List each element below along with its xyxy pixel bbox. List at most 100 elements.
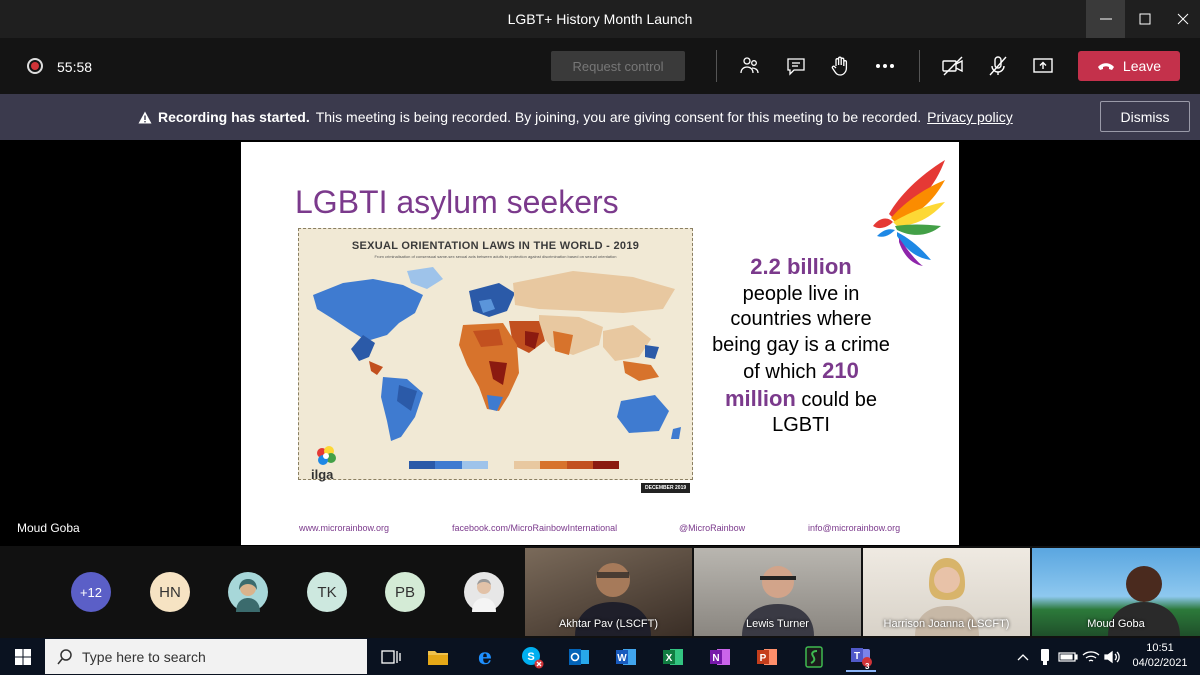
video-tile[interactable]: Moud Goba (1032, 548, 1200, 636)
close-button[interactable] (1163, 0, 1200, 38)
system-clock[interactable]: 10:51 04/02/2021 (1128, 641, 1192, 671)
maximize-icon (1139, 13, 1150, 25)
teams-badge: 3 (865, 662, 870, 671)
more-options-button[interactable] (871, 52, 899, 80)
leave-label: Leave (1122, 58, 1162, 74)
recording-banner: Recording has started. This meeting is b… (0, 94, 1200, 140)
internet-explorer-icon: e (478, 644, 492, 670)
participant-name: Moud Goba (1087, 618, 1145, 630)
avatar[interactable] (464, 572, 504, 612)
footer-facebook: facebook.com/MicroRainbowInternational (452, 523, 618, 533)
more-icon (876, 64, 894, 68)
participants-button[interactable] (736, 52, 764, 80)
ilga-logo-text: ilga (311, 467, 334, 482)
file-explorer-button[interactable] (423, 642, 453, 672)
world-map-illustration (303, 261, 689, 451)
avatar[interactable] (228, 572, 268, 612)
word-button[interactable]: W (611, 642, 641, 672)
participant-name: Akhtar Pav (LSCFT) (558, 618, 659, 630)
raise-hand-icon (831, 56, 848, 76)
teams-button[interactable]: T 3 (846, 642, 876, 672)
meeting-toolbar: 55:58 Request control Leave (0, 38, 1200, 94)
excel-icon: X (663, 649, 683, 665)
avatar[interactable]: TK (307, 572, 347, 612)
clock-date: 04/02/2021 (1132, 657, 1188, 669)
word-icon: W (616, 649, 636, 665)
camera-off-icon (942, 56, 963, 76)
title-bar: LGBT+ History Month Launch (0, 0, 1200, 38)
minimize-icon (1099, 18, 1112, 20)
map-title: SEXUAL ORIENTATION LAWS IN THE WORLD - 2… (351, 240, 640, 252)
privacy-policy-link[interactable]: Privacy policy (927, 109, 1013, 125)
microrainbow-butterfly-logo (873, 160, 945, 266)
warning-icon (138, 111, 152, 123)
meeting-timer: 55:58 (57, 59, 93, 75)
video-tile[interactable]: Akhtar Pav (LSCFT) (525, 548, 692, 636)
world-laws-map: SEXUAL ORIENTATION LAWS IN THE WORLD - 2… (298, 228, 693, 493)
chat-button[interactable] (782, 52, 810, 80)
taskbar: Type here to search e S W X N P T 3 10:5… (0, 638, 1200, 675)
dismiss-button[interactable]: Dismiss (1100, 101, 1190, 132)
hang-up-icon (1097, 63, 1114, 70)
statistic-lgbti-number: 210 (822, 358, 859, 383)
usb-icon (1041, 649, 1049, 665)
people-icon (740, 57, 759, 74)
task-view-icon (381, 650, 401, 664)
map-legend (409, 461, 619, 469)
svg-text:N: N (712, 653, 719, 664)
video-tile[interactable]: Lewis Turner (694, 548, 861, 636)
avatar[interactable]: PB (385, 572, 425, 612)
avatar[interactable]: HN (150, 572, 190, 612)
outlook-button[interactable] (564, 642, 594, 672)
participant-name: Harrison Joanna (LSCFT) (883, 618, 1010, 630)
speaker-icon (1104, 650, 1120, 664)
excel-button[interactable]: X (658, 642, 688, 672)
close-icon (1177, 13, 1188, 25)
mic-toggle-button[interactable] (984, 52, 1012, 80)
search-icon (57, 649, 72, 665)
participants-strip: +12 HN TK PB Akhtar Pav (LSCFT) Lewis Tu… (0, 546, 1200, 638)
maximize-button[interactable] (1125, 0, 1164, 38)
leave-button[interactable]: Leave (1078, 51, 1180, 81)
window-title: LGBT+ History Month Launch (507, 11, 693, 27)
skype-icon: S (522, 647, 544, 669)
clock-time: 10:51 (1146, 642, 1174, 654)
volume-button[interactable] (1098, 642, 1128, 672)
toolbar-divider (716, 50, 717, 82)
shared-content-stage: LGBTI asylum seekers SEXUAL ORIENTATION … (0, 140, 1200, 546)
statistic-lgbti-unit: million (724, 385, 796, 411)
video-tile[interactable]: Harrison Joanna (LSCFT) (863, 548, 1030, 636)
onenote-button[interactable]: N (705, 642, 735, 672)
more-participants-button[interactable]: +12 (71, 572, 111, 612)
map-date-badge: DECEMBER 2019 (641, 483, 691, 493)
person-photo-icon (236, 579, 260, 612)
green-app-icon (805, 646, 823, 668)
chevron-up-icon (1017, 654, 1029, 661)
app-button[interactable] (799, 642, 829, 672)
request-control-button[interactable]: Request control (551, 51, 685, 81)
camera-toggle-button[interactable] (939, 52, 967, 80)
search-placeholder: Type here to search (82, 649, 206, 665)
share-screen-button[interactable] (1029, 52, 1057, 80)
minimize-button[interactable] (1086, 0, 1125, 38)
raise-hand-button[interactable] (826, 52, 854, 80)
powerpoint-button[interactable]: P (752, 642, 782, 672)
map-subtitle: From criminalisation of consensual same-… (374, 254, 617, 259)
presenter-name: Moud Goba (17, 521, 80, 535)
recording-icon (27, 58, 43, 74)
footer-email: info@microrainbow.org (808, 523, 901, 533)
svg-text:S: S (527, 651, 534, 663)
powerpoint-icon: P (757, 649, 777, 665)
skype-button[interactable]: S (517, 642, 547, 672)
taskbar-search-input[interactable]: Type here to search (45, 639, 367, 674)
ilga-logo-icon (317, 446, 336, 465)
svg-text:T: T (854, 651, 860, 662)
banner-message: This meeting is being recorded. By joini… (315, 109, 922, 125)
internet-explorer-button[interactable]: e (470, 642, 500, 672)
svg-text:W: W (617, 653, 627, 664)
start-button[interactable] (8, 642, 38, 672)
task-view-button[interactable] (376, 642, 406, 672)
folder-icon (428, 651, 448, 665)
svg-text:X: X (666, 653, 673, 664)
battery-icon (1058, 652, 1078, 662)
